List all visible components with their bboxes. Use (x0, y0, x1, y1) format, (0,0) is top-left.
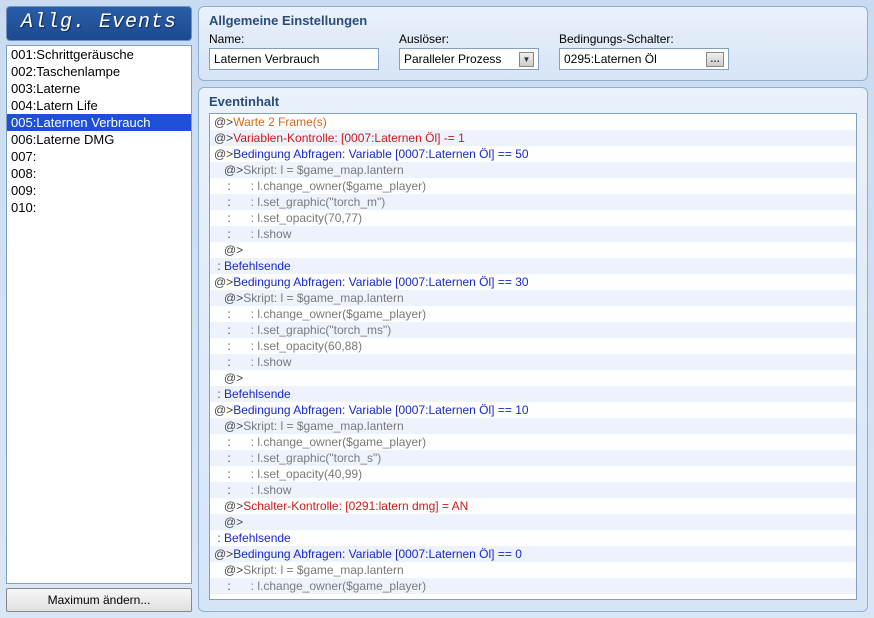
event-list-item[interactable]: 010: (7, 199, 191, 216)
condition-switch-input[interactable]: 0295:Laternen Öl … (559, 48, 729, 70)
event-content-list[interactable]: @>Warte 2 Frame(s)@>Variablen-Kontrolle:… (209, 113, 857, 600)
code-line[interactable]: : Befehlsende (210, 386, 856, 402)
left-panel: Allg. Events 001:Schrittgeräusche002:Tas… (6, 6, 192, 612)
event-list-item[interactable]: 006:Laterne DMG (7, 131, 191, 148)
trigger-label: Auslöser: (399, 32, 539, 46)
code-line[interactable]: : : l.show (210, 226, 856, 242)
event-list-item[interactable]: 002:Taschenlampe (7, 63, 191, 80)
maximum-change-button[interactable]: Maximum ändern... (6, 588, 192, 612)
switch-label: Bedingungs-Schalter: (559, 32, 729, 46)
code-line[interactable]: : : l.set_graphic("torch_m") (210, 194, 856, 210)
code-line[interactable]: @>Bedingung Abfragen: Variable [0007:Lat… (210, 146, 856, 162)
content-title: Eventinhalt (209, 94, 857, 109)
code-line[interactable]: @>Variablen-Kontrolle: [0007:Laternen Öl… (210, 130, 856, 146)
switch-value: 0295:Laternen Öl (564, 52, 657, 66)
code-line[interactable]: : : l.change_owner($game_player) (210, 306, 856, 322)
event-list-item[interactable]: 005:Laternen Verbrauch (7, 114, 191, 131)
code-line[interactable]: @>Bedingung Abfragen: Variable [0007:Lat… (210, 402, 856, 418)
general-settings-group: Allgemeine Einstellungen Name: Auslöser:… (198, 6, 868, 81)
event-list-item[interactable]: 004:Latern Life (7, 97, 191, 114)
right-panel: Allgemeine Einstellungen Name: Auslöser:… (198, 6, 868, 612)
code-line[interactable]: @> (210, 514, 856, 530)
event-list-item[interactable]: 003:Laterne (7, 80, 191, 97)
chevron-down-icon: ▼ (519, 52, 534, 67)
ellipsis-icon: … (706, 52, 724, 67)
code-line[interactable]: : : l.show (210, 482, 856, 498)
event-list-item[interactable]: 008: (7, 165, 191, 182)
name-field: Name: (209, 32, 379, 70)
code-line[interactable]: : : l.set_graphic("torch_ms") (210, 322, 856, 338)
code-line[interactable]: @>Skript: l = $game_map.lantern (210, 418, 856, 434)
code-line[interactable]: : : l.change_owner($game_player) (210, 434, 856, 450)
switch-field: Bedingungs-Schalter: 0295:Laternen Öl … (559, 32, 729, 70)
trigger-field: Auslöser: Paralleler Prozess ▼ (399, 32, 539, 70)
code-line[interactable]: @> (210, 242, 856, 258)
name-label: Name: (209, 32, 379, 46)
code-line[interactable]: @>Skript: l = $game_map.lantern (210, 562, 856, 578)
code-line[interactable]: @> (210, 370, 856, 386)
code-line[interactable]: : Befehlsende (210, 258, 856, 274)
trigger-select[interactable]: Paralleler Prozess ▼ (399, 48, 539, 70)
event-list[interactable]: 001:Schrittgeräusche002:Taschenlampe003:… (6, 45, 192, 584)
group-title: Allgemeine Einstellungen (209, 13, 857, 28)
code-line[interactable]: @>Bedingung Abfragen: Variable [0007:Lat… (210, 274, 856, 290)
event-list-item[interactable]: 001:Schrittgeräusche (7, 46, 191, 63)
trigger-value: Paralleler Prozess (404, 52, 501, 66)
code-line[interactable]: : : l.show (210, 354, 856, 370)
code-line[interactable]: @>Schalter-Kontrolle: [0291:latern dmg] … (210, 498, 856, 514)
code-line[interactable]: : : l.set_opacity(40,99) (210, 466, 856, 482)
code-line[interactable]: : : l.set_graphic("torch_s") (210, 450, 856, 466)
code-line[interactable]: @>Warte 2 Frame(s) (210, 114, 856, 130)
panel-title: Allg. Events (6, 6, 192, 41)
code-line[interactable]: @>Bedingung Abfragen: Variable [0007:Lat… (210, 546, 856, 562)
event-content-group: Eventinhalt @>Warte 2 Frame(s)@>Variable… (198, 87, 868, 612)
code-line[interactable]: : : l.set_opacity(60,88) (210, 338, 856, 354)
settings-row: Name: Auslöser: Paralleler Prozess ▼ Bed… (209, 32, 857, 70)
name-input[interactable] (209, 48, 379, 70)
code-line[interactable]: @>Skript: l = $game_map.lantern (210, 290, 856, 306)
code-line[interactable]: : Befehlsende (210, 530, 856, 546)
event-list-item[interactable]: 009: (7, 182, 191, 199)
code-line[interactable]: : : l.change_owner($game_player) (210, 178, 856, 194)
code-line[interactable]: : : l.set_opacity(70,77) (210, 210, 856, 226)
event-list-item[interactable]: 007: (7, 148, 191, 165)
code-line[interactable]: : : l.change_owner($game_player) (210, 578, 856, 594)
code-line[interactable]: @>Skript: l = $game_map.lantern (210, 162, 856, 178)
